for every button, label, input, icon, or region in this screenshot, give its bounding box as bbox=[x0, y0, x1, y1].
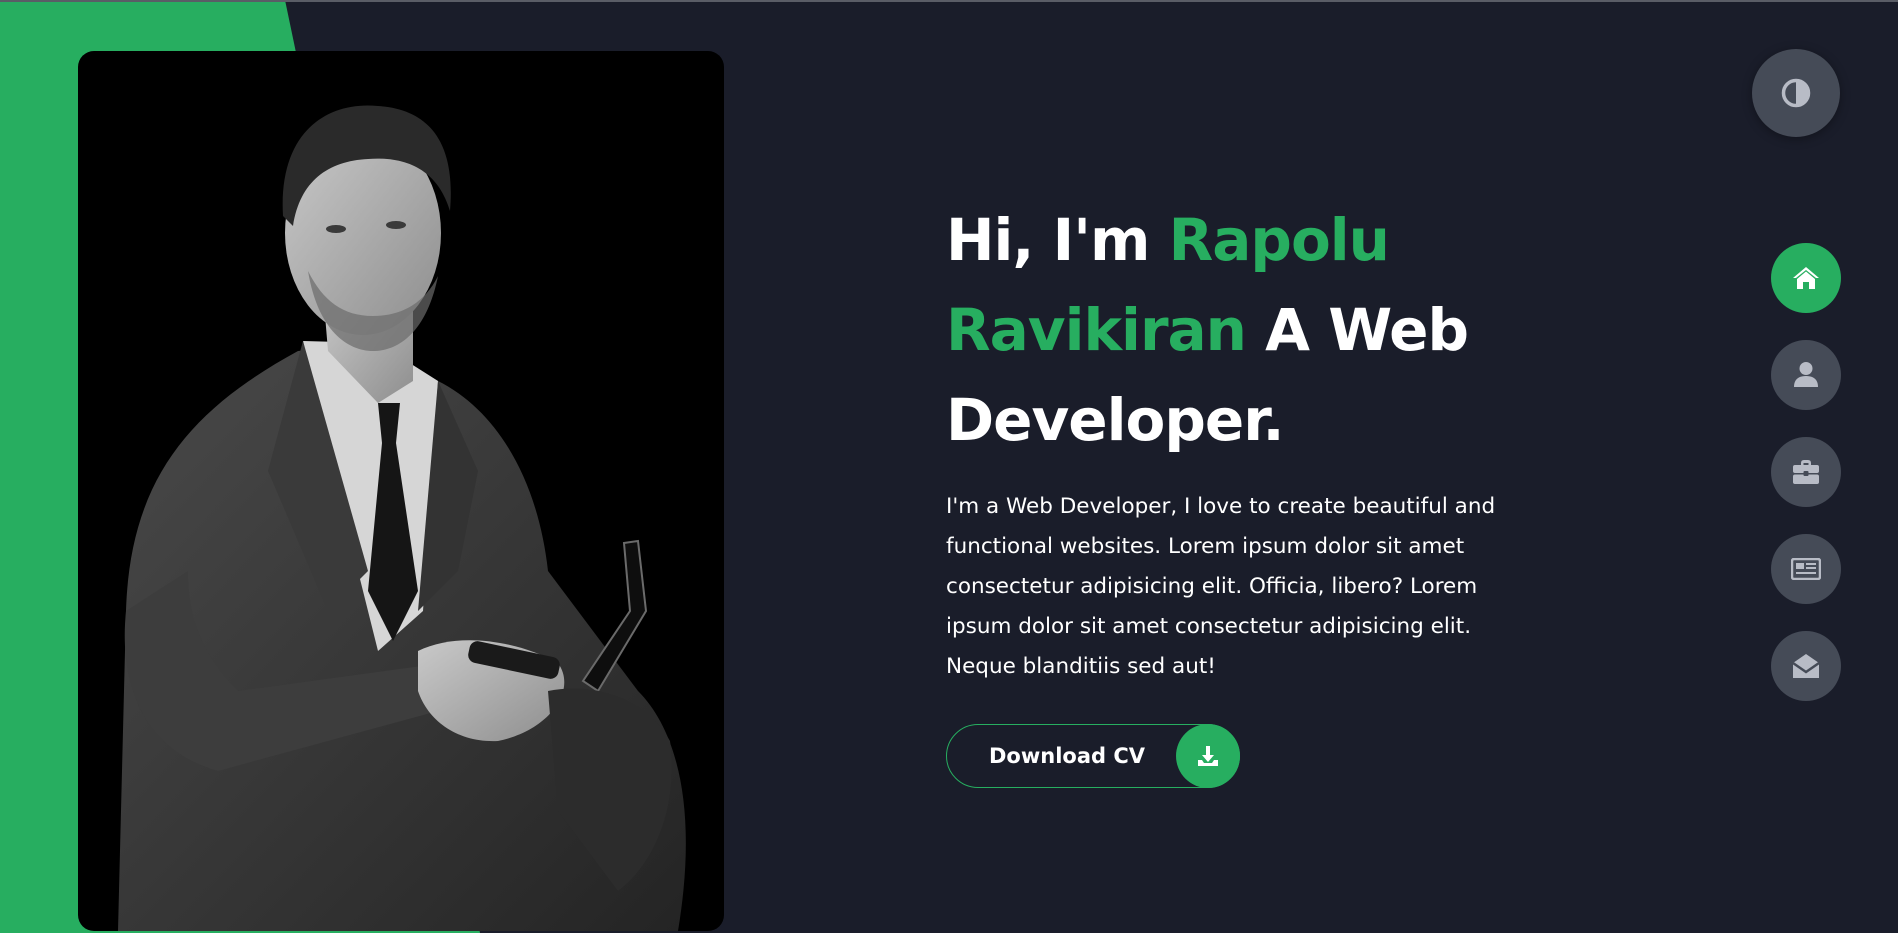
top-border bbox=[0, 0, 1898, 2]
nav-blogs-button[interactable] bbox=[1771, 534, 1841, 604]
theme-toggle-button[interactable] bbox=[1752, 49, 1840, 137]
hero-headline: Hi, I'm Rapolu Ravikiran A Web Developer… bbox=[946, 195, 1546, 465]
download-cv-label: Download CV bbox=[989, 744, 1146, 768]
portrait-illustration bbox=[118, 105, 686, 931]
download-icon bbox=[1176, 724, 1240, 788]
newspaper-icon bbox=[1791, 558, 1821, 580]
user-icon bbox=[1794, 362, 1818, 387]
envelope-open-icon bbox=[1792, 654, 1820, 678]
nav-about-button[interactable] bbox=[1771, 340, 1841, 410]
nav-portfolio-button[interactable] bbox=[1771, 437, 1841, 507]
profile-photo bbox=[78, 51, 724, 931]
home-icon bbox=[1793, 267, 1819, 289]
briefcase-icon bbox=[1793, 460, 1819, 484]
hero-intro: I'm a Web Developer, I love to create be… bbox=[946, 494, 1496, 679]
greeting-text: Hi, I'm bbox=[946, 206, 1169, 274]
nav-contact-button[interactable] bbox=[1771, 631, 1841, 701]
nav-home-button[interactable] bbox=[1771, 243, 1841, 313]
hero-content: Hi, I'm Rapolu Ravikiran A Web Developer… bbox=[946, 195, 1546, 687]
adjust-icon bbox=[1781, 78, 1811, 108]
download-cv-button[interactable]: Download CV bbox=[946, 724, 1240, 788]
